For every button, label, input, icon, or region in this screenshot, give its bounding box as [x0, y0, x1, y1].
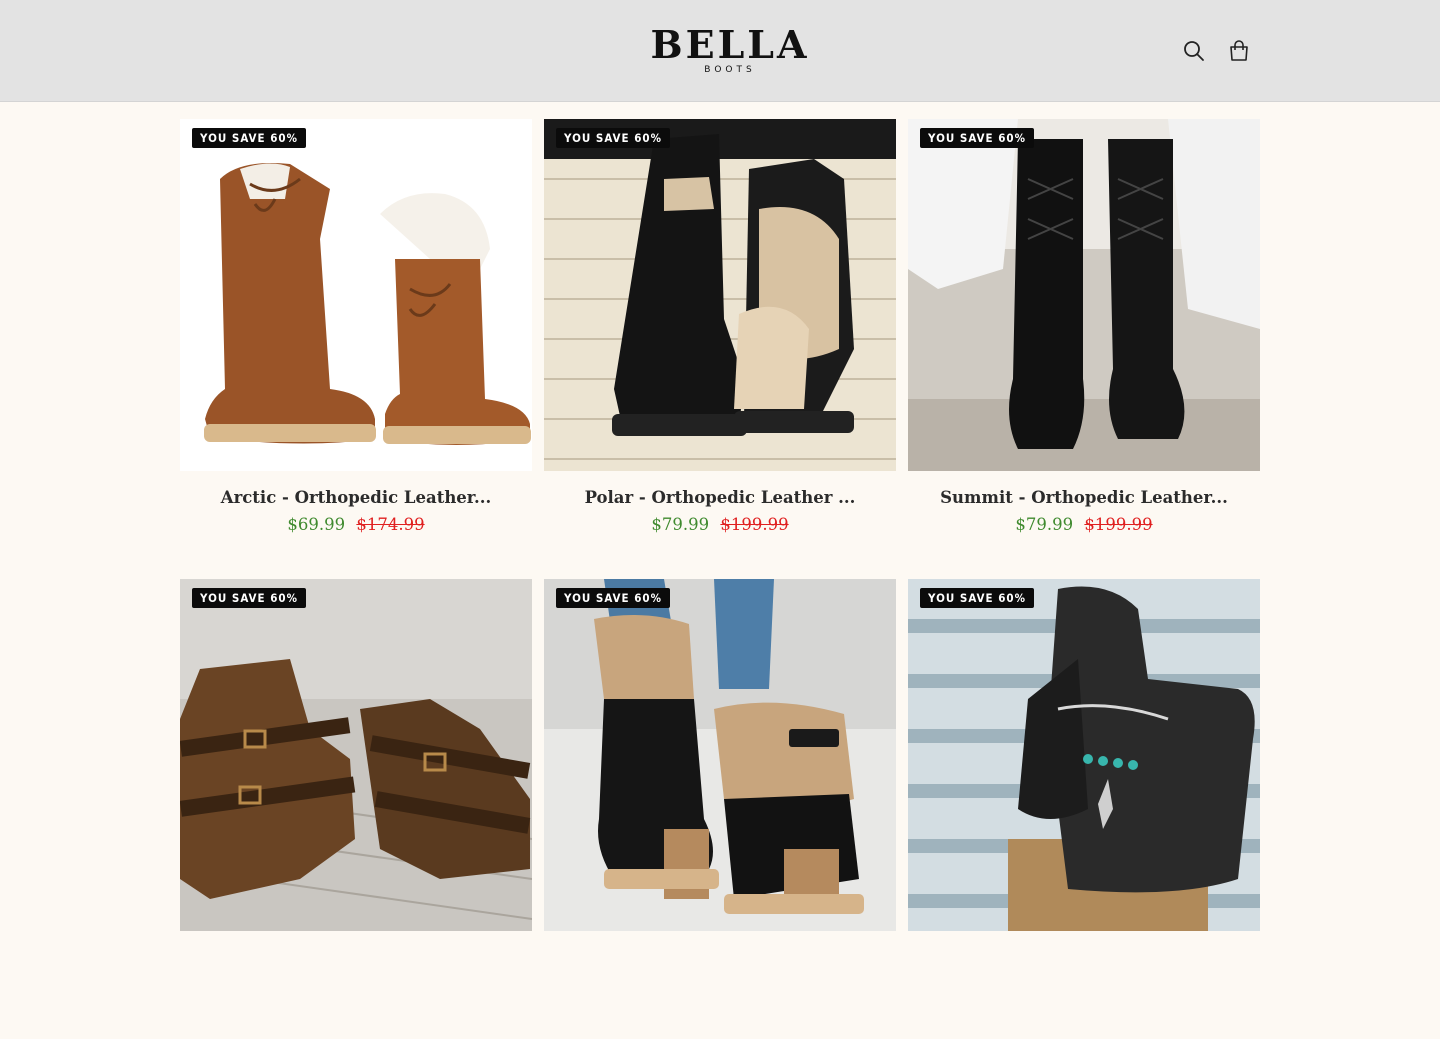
product-image[interactable]: YOU SAVE 60% — [908, 579, 1260, 931]
discount-badge: YOU SAVE 60% — [556, 128, 670, 148]
compare-price: $199.99 — [1084, 515, 1153, 534]
product-grid: YOU SAVE 60% Arctic - Orthopedic Leather… — [180, 119, 1260, 1039]
price-row: $79.99 $199.99 — [908, 515, 1260, 534]
compare-price: $174.99 — [356, 515, 425, 534]
price-row: $69.99 $174.99 — [180, 515, 532, 534]
product-card[interactable]: YOU SAVE 60% Polar - Orthopedic Leather … — [544, 119, 896, 579]
product-title[interactable]: Arctic - Orthopedic Leather... — [180, 488, 532, 507]
discount-badge: YOU SAVE 60% — [192, 128, 306, 148]
product-card[interactable]: YOU SAVE 60% — [908, 579, 1260, 1039]
product-card[interactable]: YOU SAVE 60% — [180, 579, 532, 1039]
shopping-bag-icon[interactable] — [1226, 38, 1252, 64]
product-title[interactable]: Polar - Orthopedic Leather ... — [544, 488, 896, 507]
product-card[interactable]: YOU SAVE 60% — [544, 579, 896, 1039]
brand-name: BELLA — [650, 22, 810, 67]
product-card[interactable]: YOU SAVE 60% Arctic - Orthopedic Leather… — [180, 119, 532, 579]
sale-price: $79.99 — [651, 515, 710, 534]
product-image[interactable]: YOU SAVE 60% — [544, 119, 896, 471]
discount-badge: YOU SAVE 60% — [556, 588, 670, 608]
price-row: $79.99 $199.99 — [544, 515, 896, 534]
product-title[interactable]: Summit - Orthopedic Leather... — [908, 488, 1260, 507]
product-image[interactable]: YOU SAVE 60% — [180, 579, 532, 931]
product-image[interactable]: YOU SAVE 60% — [544, 579, 896, 931]
sale-price: $69.99 — [287, 515, 346, 534]
brand-logo[interactable]: BELLA BOOTS — [620, 24, 840, 76]
search-icon[interactable] — [1181, 38, 1207, 64]
sale-price: $79.99 — [1015, 515, 1074, 534]
product-image[interactable]: YOU SAVE 60% — [180, 119, 532, 471]
compare-price: $199.99 — [720, 515, 789, 534]
discount-badge: YOU SAVE 60% — [192, 588, 306, 608]
product-image[interactable]: YOU SAVE 60% — [908, 119, 1260, 471]
discount-badge: YOU SAVE 60% — [920, 588, 1034, 608]
discount-badge: YOU SAVE 60% — [920, 128, 1034, 148]
product-card[interactable]: YOU SAVE 60% Summit - Orthopedic Leather… — [908, 119, 1260, 579]
site-header: BELLA BOOTS — [0, 0, 1440, 102]
